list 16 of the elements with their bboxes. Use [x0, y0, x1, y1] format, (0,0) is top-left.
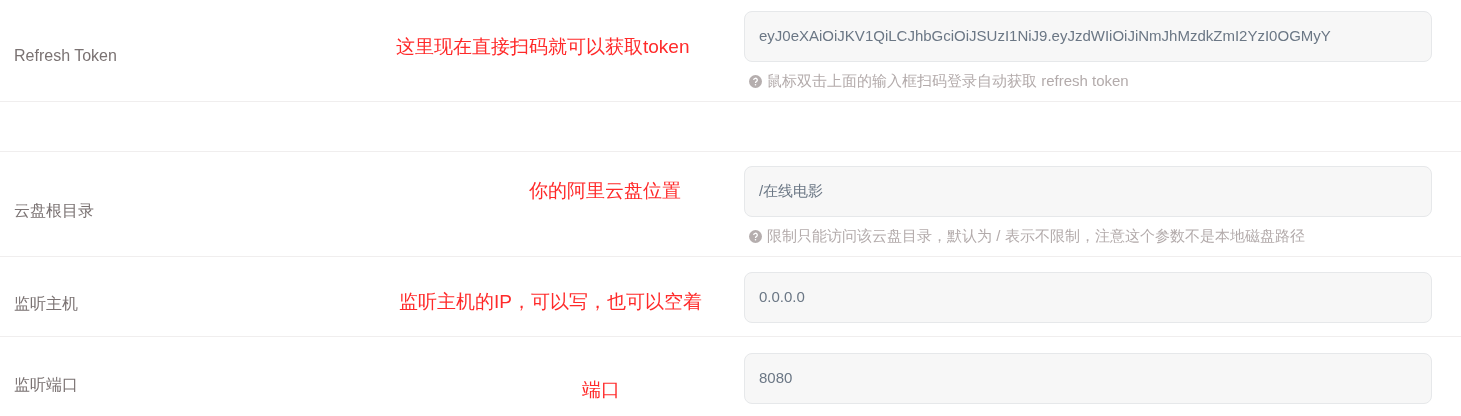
text-field[interactable]: 0.0.0.0	[744, 272, 1432, 323]
text-field[interactable]: eyJ0eXAiOiJKV1QiLCJhbGciOiJSUzI1NiJ9.eyJzdWIiOiJiNmJhMzdkZmI2YzI0OGMyY	[744, 11, 1432, 62]
text-field[interactable]: /在线电影	[744, 166, 1432, 217]
help-text: 鼠标双击上面的输入框扫码登录自动获取 refresh token	[767, 71, 1129, 91]
annotation-text: 这里现在直接扫码就可以获取token	[396, 35, 690, 59]
annotation-text: 监听主机的IP，可以写，也可以空着	[399, 290, 702, 314]
help-text: 限制只能访问该云盘目录，默认为 / 表示不限制，注意这个参数不是本地磁盘路径	[767, 226, 1305, 246]
text-field[interactable]: 8080	[744, 353, 1432, 404]
annotation-text: 端口	[582, 378, 620, 402]
field-label: Refresh Token	[14, 46, 117, 66]
help-icon	[749, 229, 762, 243]
help-icon	[749, 74, 762, 88]
field-label: 监听端口	[14, 374, 78, 395]
field-label: 云盘根目录	[14, 201, 94, 221]
annotation-text: 你的阿里云盘位置	[529, 179, 681, 203]
field-label: 监听主机	[14, 294, 78, 314]
